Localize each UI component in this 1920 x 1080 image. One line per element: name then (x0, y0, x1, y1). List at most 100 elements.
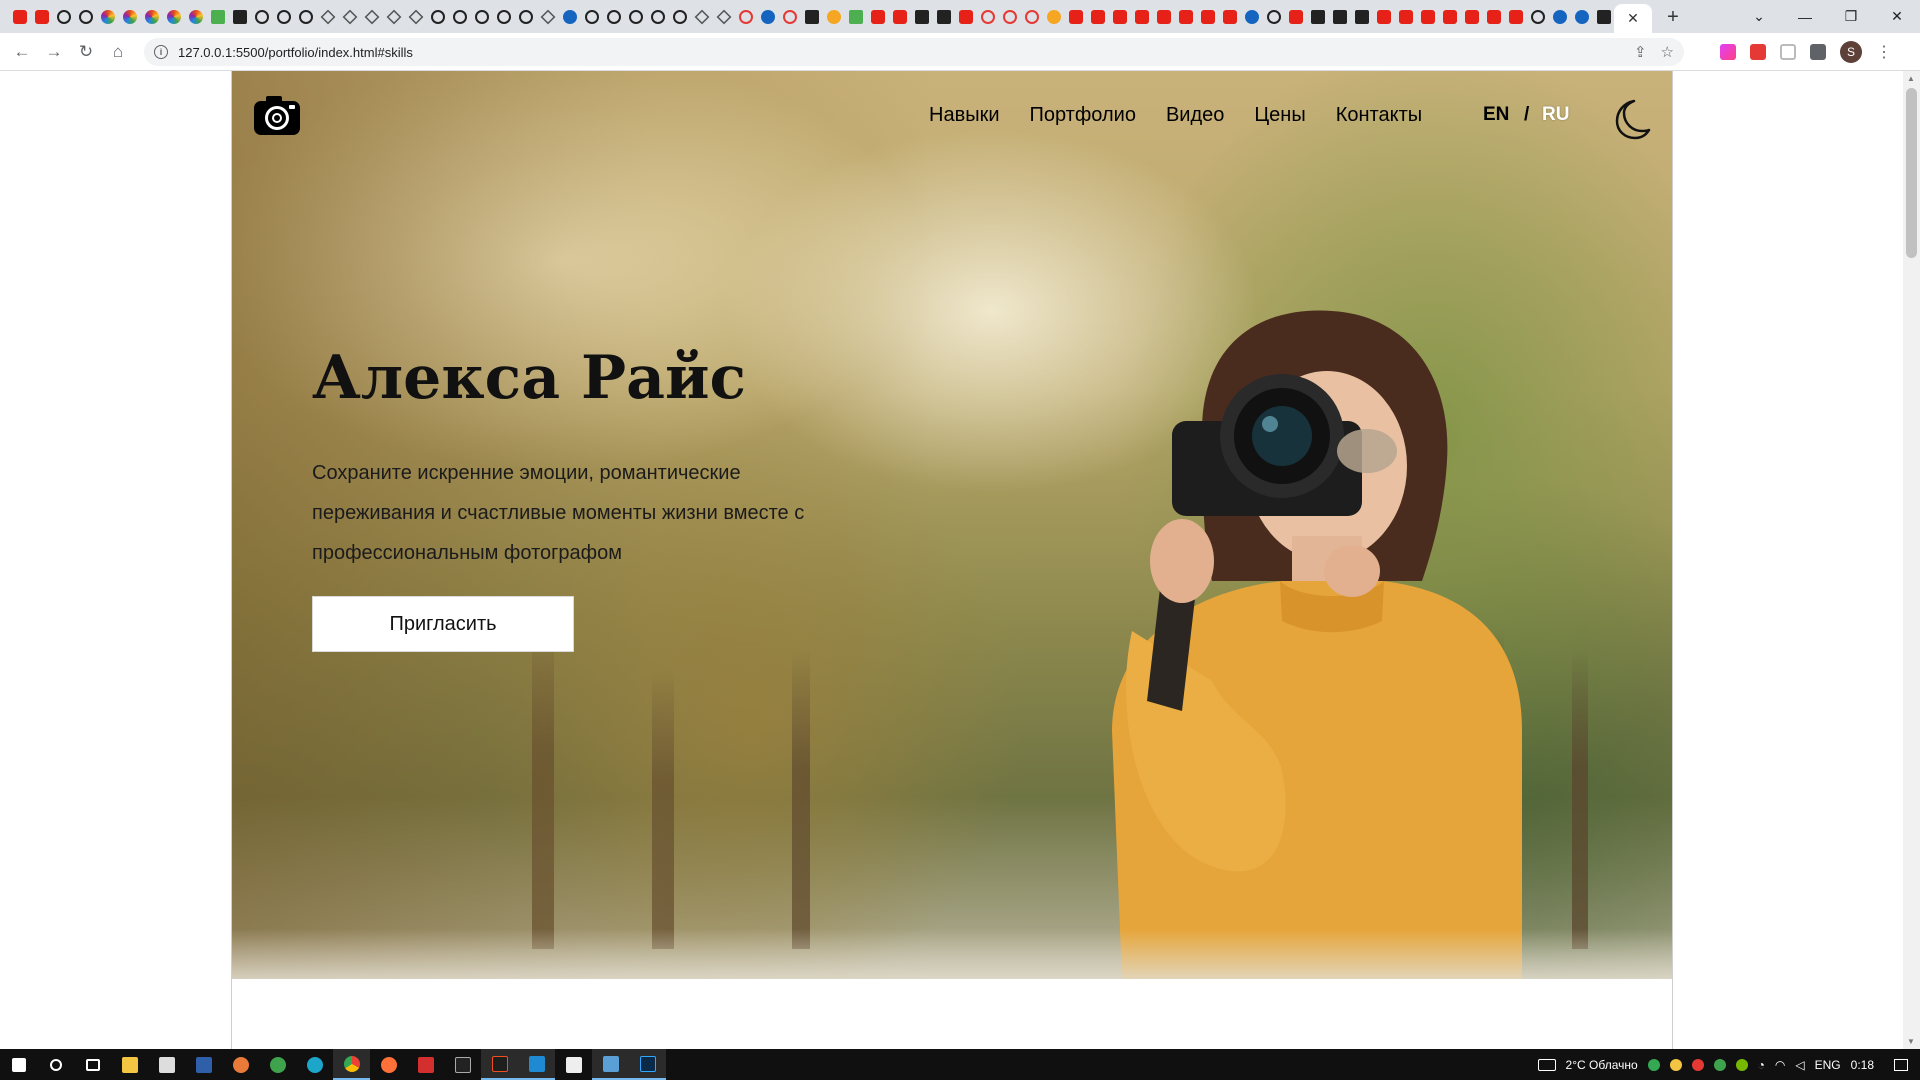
nav-item-prices[interactable]: Цены (1254, 104, 1305, 127)
gradient-extension-icon[interactable] (1720, 44, 1736, 60)
puzzle-tab-icon[interactable] (1308, 7, 1328, 27)
circle-tab-icon[interactable] (560, 7, 580, 27)
share-icon[interactable]: ⇪ (1634, 43, 1647, 61)
reload-icon[interactable]: ↻ (70, 36, 102, 68)
wolf-tab-icon[interactable] (934, 7, 954, 27)
nav-item-video[interactable]: Видео (1166, 104, 1224, 127)
globe-tab-icon[interactable] (516, 7, 536, 27)
back-icon[interactable]: ← (6, 36, 38, 68)
youtube-tab-icon[interactable] (1374, 7, 1394, 27)
tray-app-icon[interactable] (1669, 1058, 1682, 1071)
volume-icon[interactable]: ◁ (1795, 1058, 1804, 1072)
file-explorer-icon[interactable] (111, 1049, 148, 1080)
youtube-tab-icon[interactable] (1198, 7, 1218, 27)
puzzle-tab-icon[interactable] (1352, 7, 1372, 27)
kebab-menu-icon[interactable]: ⋮ (1876, 42, 1892, 62)
bookmark-star-icon[interactable]: ☆ (1661, 43, 1674, 61)
opera-tab-icon[interactable] (780, 7, 800, 27)
site-info-icon[interactable]: i (154, 45, 168, 59)
notifications-icon[interactable] (1894, 1058, 1908, 1071)
a-tab-icon[interactable] (1594, 7, 1614, 27)
figure-tab-icon[interactable] (1000, 7, 1020, 27)
pinwheel-tab-icon[interactable] (186, 7, 206, 27)
github-tab-icon[interactable] (252, 7, 272, 27)
pinwheel-tab-icon[interactable] (98, 7, 118, 27)
github-tab-icon[interactable] (582, 7, 602, 27)
globe-tab-icon[interactable] (1528, 7, 1548, 27)
puzzle-tab-icon[interactable] (1330, 7, 1350, 27)
camera-logo-icon[interactable] (252, 93, 302, 139)
youtube-tab-icon[interactable] (1220, 7, 1240, 27)
pycharm-icon[interactable] (444, 1049, 481, 1080)
youtube-tab-icon[interactable] (1154, 7, 1174, 27)
invite-button[interactable]: Пригласить (312, 596, 574, 652)
github-tab-icon[interactable] (626, 7, 646, 27)
github-tab-icon[interactable] (428, 7, 448, 27)
github-tab-icon[interactable] (54, 7, 74, 27)
puzzle-extensions-icon[interactable] (1810, 44, 1826, 60)
youtube-tab-icon[interactable] (32, 7, 52, 27)
moon-theme-toggle-icon[interactable] (1608, 97, 1652, 141)
figure-tab-icon[interactable] (1022, 7, 1042, 27)
youtube-tab-icon[interactable] (10, 7, 30, 27)
lang-ru-link[interactable]: RU (1542, 104, 1569, 126)
calendar-icon[interactable] (555, 1049, 592, 1080)
youtube-tab-icon[interactable] (1506, 7, 1526, 27)
shield-tab-icon[interactable] (538, 7, 558, 27)
chat-tab-icon[interactable] (714, 7, 734, 27)
acrobat-icon[interactable] (407, 1049, 444, 1080)
store-icon[interactable] (148, 1049, 185, 1080)
pocket-extension-icon[interactable] (1750, 44, 1766, 60)
close-tab-icon[interactable]: ✕ (1627, 10, 1639, 27)
weather-icon[interactable] (1537, 1058, 1556, 1071)
search-icon[interactable] (37, 1049, 74, 1080)
burger-tab-icon[interactable] (1044, 7, 1064, 27)
nvidia-tray-icon[interactable] (1735, 1058, 1748, 1071)
chrome-icon[interactable] (333, 1049, 370, 1080)
firefox-icon[interactable] (370, 1049, 407, 1080)
youtube-tab-icon[interactable] (1088, 7, 1108, 27)
codepen-tab-icon[interactable] (362, 7, 382, 27)
lang-en-link[interactable]: EN (1483, 104, 1509, 126)
profile-avatar[interactable]: S (1840, 41, 1862, 63)
codepen-tab-icon[interactable] (318, 7, 338, 27)
youtube-tab-icon[interactable] (1066, 7, 1086, 27)
weather-text[interactable]: 2°C Облачно (1566, 1058, 1638, 1072)
github-tab-icon[interactable] (76, 7, 96, 27)
scroll-down-icon[interactable]: ▼ (1907, 1037, 1915, 1046)
shield-extension-icon[interactable] (1780, 44, 1796, 60)
youtube-tab-icon[interactable] (890, 7, 910, 27)
url-text[interactable]: 127.0.0.1:5500/portfolio/index.html#skil… (178, 45, 413, 60)
youtube-tab-icon[interactable] (1418, 7, 1438, 27)
github-tab-icon[interactable] (494, 7, 514, 27)
edge-tab-icon[interactable] (758, 7, 778, 27)
letter-tab-icon[interactable] (846, 7, 866, 27)
youtube-tab-icon[interactable] (1176, 7, 1196, 27)
input-language[interactable]: ENG (1815, 1058, 1841, 1072)
youtube-tab-icon[interactable] (1132, 7, 1152, 27)
github-tab-icon[interactable] (274, 7, 294, 27)
youtube-tab-icon[interactable] (1110, 7, 1130, 27)
youtube-tab-icon[interactable] (1462, 7, 1482, 27)
wifi-icon[interactable]: ◠ (1775, 1058, 1785, 1072)
github-tab-icon[interactable] (604, 7, 624, 27)
shield-tray-icon[interactable] (1713, 1058, 1726, 1071)
codepen-tab-icon[interactable] (406, 7, 426, 27)
windows-start-icon[interactable] (0, 1049, 37, 1080)
codepen-tab-icon[interactable] (384, 7, 404, 27)
powershell-icon[interactable] (185, 1049, 222, 1080)
github-tab-icon[interactable] (296, 7, 316, 27)
pinwheel-tab-icon[interactable] (164, 7, 184, 27)
pinwheel-tab-icon[interactable] (142, 7, 162, 27)
youtube-tab-icon[interactable] (956, 7, 976, 27)
clock[interactable]: 0:18 (1851, 1058, 1874, 1072)
circle-tab-icon[interactable] (1550, 7, 1570, 27)
moon-tab-icon[interactable] (1572, 7, 1592, 27)
pinwheel-tab-icon[interactable] (120, 7, 140, 27)
paint-icon[interactable] (222, 1049, 259, 1080)
rs-tab-icon[interactable] (230, 7, 250, 27)
github-tab-icon[interactable] (648, 7, 668, 27)
moon-tab-icon[interactable] (1242, 7, 1262, 27)
figma-icon[interactable] (481, 1049, 518, 1080)
record-tray-icon[interactable] (1691, 1058, 1704, 1071)
